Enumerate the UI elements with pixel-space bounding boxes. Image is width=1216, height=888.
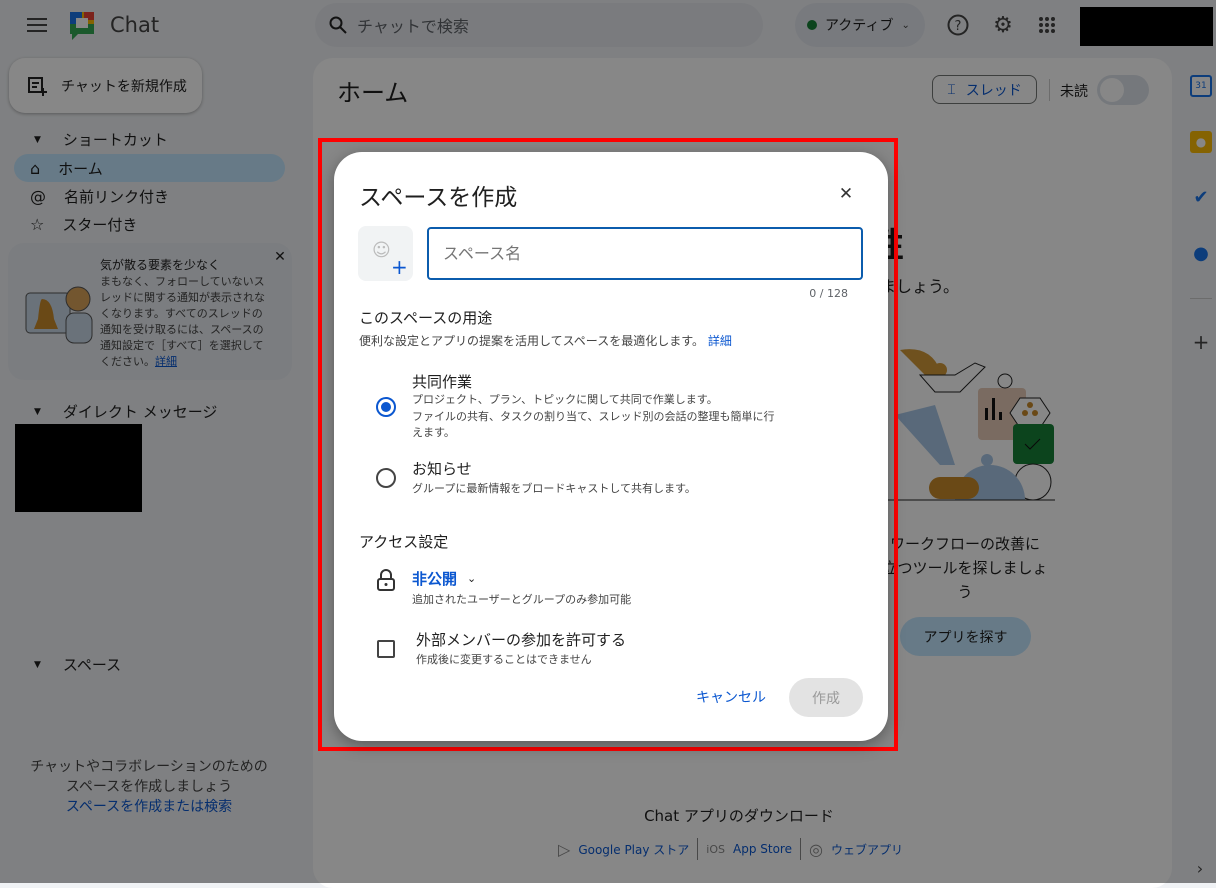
access-heading: アクセス設定: [359, 533, 449, 551]
create-space-dialog: スペースを作成 ✕ ☺ + 0 / 128 このスペースの用途 便利な設定とアプ…: [334, 152, 888, 741]
desc-line: えます。: [412, 426, 455, 439]
purpose-description: 便利な設定とアプリの提案を活用してスペースを最適化します。 詳細: [359, 332, 732, 349]
cancel-button[interactable]: キャンセル: [696, 687, 766, 707]
plus-icon: +: [391, 255, 408, 279]
close-icon[interactable]: ✕: [836, 184, 856, 204]
lock-icon: [376, 569, 396, 591]
external-members-description: 作成後に変更することはできません: [416, 653, 592, 666]
option-label: お知らせ: [412, 460, 472, 478]
space-emoji-picker[interactable]: ☺ +: [358, 226, 413, 281]
external-members-label: 外部メンバーの参加を許可する: [416, 631, 627, 649]
purpose-desc-text: 便利な設定とアプリの提案を活用してスペースを最適化します。: [359, 334, 705, 348]
access-description: 追加されたユーザーとグループのみ参加可能: [412, 593, 632, 606]
radio-collaboration[interactable]: [376, 397, 396, 417]
char-counter: 0 / 128: [809, 287, 848, 300]
radio-announcements[interactable]: [376, 468, 396, 488]
dialog-title: スペースを作成: [359, 185, 518, 211]
access-value: 非公開: [412, 570, 458, 588]
external-members-checkbox[interactable]: [377, 640, 395, 658]
space-name-input[interactable]: [427, 227, 863, 280]
emoji-icon: ☺: [372, 240, 391, 261]
desc-line: ファイルの共有、タスクの割り当て、スレッド別の会話の整理も簡単に行: [412, 409, 775, 423]
desc-line: プロジェクト、プラン、トピックに関して共同で作業します。: [412, 393, 718, 406]
chevron-down-icon: ⌄: [467, 572, 477, 585]
purpose-heading: このスペースの用途: [359, 309, 493, 327]
create-button[interactable]: 作成: [789, 678, 863, 717]
option-label: 共同作業: [412, 373, 473, 391]
purpose-learn-more-link[interactable]: 詳細: [708, 334, 732, 348]
option-description: グループに最新情報をブロードキャストして共有します。: [412, 482, 696, 495]
option-description: プロジェクト、プラン、トピックに関して共同で作業します。 ファイルの共有、タスク…: [412, 392, 774, 442]
access-dropdown[interactable]: 非公開 ⌄: [412, 568, 476, 589]
